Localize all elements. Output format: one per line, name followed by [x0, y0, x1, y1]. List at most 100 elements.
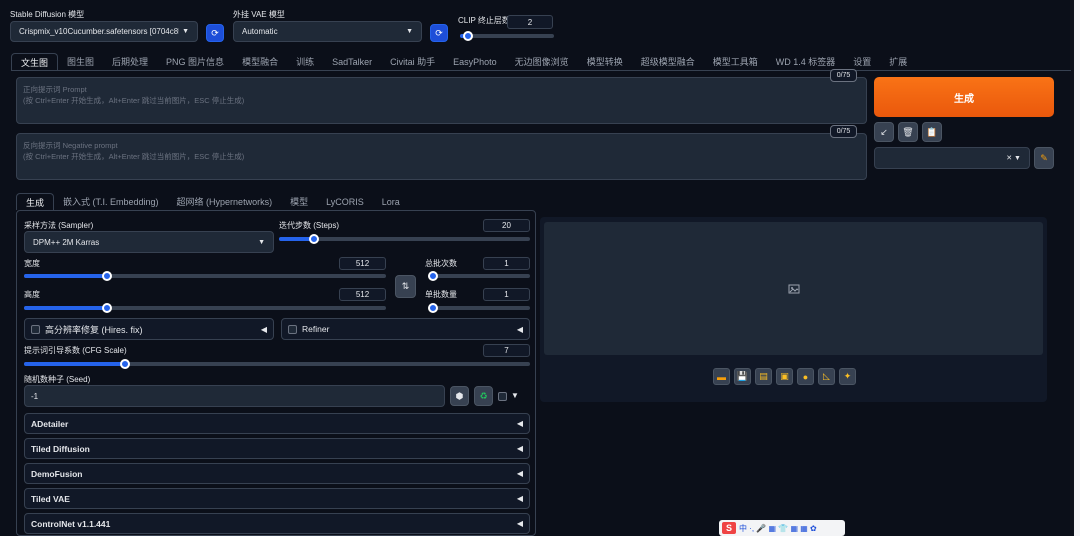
accordion-label: ControlNet v1.1.441	[31, 518, 111, 529]
triangle-left-icon: ◀	[516, 444, 523, 453]
accordion-3[interactable]: Tiled VAE ◀	[24, 488, 530, 509]
triangle-left-icon: ◀	[516, 519, 523, 528]
refiner-accordion[interactable]: Refiner ◀	[281, 318, 530, 340]
clip-skip-input[interactable]: 2	[507, 15, 553, 29]
tab-11[interactable]: 超级模型融合	[632, 53, 704, 70]
slider-knob[interactable]	[462, 31, 473, 41]
triangle-left-icon: ◀	[516, 324, 523, 334]
negative-prompt-textarea[interactable]: 反向提示词 Negative prompt (按 Ctrl+Enter 开始生成…	[16, 133, 867, 180]
reuse-seed-button[interactable]: ♻	[474, 386, 493, 406]
styles-dropdown[interactable]: ✕ ▼	[874, 147, 1030, 169]
seed-input[interactable]: -1	[24, 385, 445, 407]
ime-toolbar[interactable]: S 中 ·, 🎤 ▦ 👕 ▦ ▦ ✿	[719, 520, 845, 536]
height-label: 高度	[24, 290, 40, 299]
zip-button[interactable]: ▤	[755, 368, 772, 385]
tab-1[interactable]: 图生图	[58, 53, 103, 70]
prompt-textarea[interactable]: 正向提示词 Prompt (按 Ctrl+Enter 开始生成，Alt+Ente…	[16, 77, 867, 124]
batch-count-label: 总批次数	[425, 259, 457, 268]
sampler-label: 采样方法 (Sampler)	[24, 221, 94, 230]
sparkle-button[interactable]: ✦	[839, 368, 856, 385]
refresh-icon: ⟳	[211, 27, 219, 38]
slider-knob[interactable]	[428, 271, 438, 281]
slider-knob[interactable]	[428, 303, 438, 313]
batch-size-slider[interactable]	[428, 303, 530, 313]
tab-12[interactable]: 模型工具箱	[704, 53, 767, 70]
save-button[interactable]: 💾	[734, 368, 751, 385]
sampler-dropdown[interactable]: DPM++ 2M Karras ▼	[24, 231, 274, 253]
sd-model-dropdown[interactable]: Crispmix_v10Cucumber.safetensors [0704c8…	[10, 21, 198, 42]
tab-13[interactable]: WD 1.4 标签器	[767, 53, 845, 70]
clear-x-icon[interactable]: ✕ ▼	[1006, 154, 1021, 162]
batch-size-input[interactable]: 1	[483, 288, 530, 301]
batch-count-input[interactable]: 1	[483, 257, 530, 270]
negative-token-counter: 0/75	[830, 125, 857, 138]
steps-slider[interactable]	[279, 234, 530, 244]
swap-dimensions-button[interactable]: ⇅	[395, 275, 416, 298]
sd-model-label: Stable Diffusion 模型	[10, 10, 85, 19]
prompt-placeholder-line2: (按 Ctrl+Enter 开始生成，Alt+Enter 跳过当前图片，ESC …	[23, 96, 245, 105]
vae-dropdown[interactable]: Automatic ▼	[233, 21, 422, 42]
refresh-model-button[interactable]: ⟳	[206, 24, 224, 42]
refiner-checkbox[interactable]	[288, 324, 297, 334]
send-to-extras-button[interactable]: ◺	[818, 368, 835, 385]
clear-prompt-button[interactable]: 🗑	[898, 122, 918, 142]
swap-arrows-icon: ⇅	[401, 281, 410, 291]
slider-fill	[24, 306, 108, 310]
negative-placeholder-line1: 反向提示词 Negative prompt	[23, 141, 118, 150]
accordion-label: Tiled Diffusion	[31, 443, 90, 454]
cfg-input[interactable]: 7	[483, 344, 530, 357]
steps-input[interactable]: 20	[483, 219, 530, 232]
tab-3[interactable]: PNG 图片信息	[157, 53, 233, 70]
page-scrollbar[interactable]	[1074, 0, 1080, 536]
subtab-1[interactable]: 嵌入式 (T.I. Embedding)	[54, 193, 168, 210]
subtab-2[interactable]: 超网络 (Hypernetworks)	[168, 193, 282, 210]
batch-count-slider[interactable]	[428, 271, 530, 281]
subtab-0[interactable]: 生成	[16, 193, 55, 210]
hires-fix-accordion[interactable]: 高分辨率修复 (Hires. fix) ◀	[24, 318, 274, 340]
send-to-inpaint-button[interactable]: ●	[797, 368, 814, 385]
height-input[interactable]: 512	[339, 288, 386, 301]
hires-fix-label: 高分辨率修复 (Hires. fix)	[45, 324, 143, 335]
accordion-0[interactable]: ADetailer ◀	[24, 413, 530, 434]
hires-fix-checkbox[interactable]	[31, 324, 40, 334]
refresh-vae-button[interactable]: ⟳	[430, 24, 448, 42]
height-slider[interactable]	[24, 303, 386, 313]
tab-6[interactable]: SadTalker	[323, 53, 381, 70]
accordion-1[interactable]: Tiled Diffusion ◀	[24, 438, 530, 459]
tab-10[interactable]: 模型转换	[578, 53, 632, 70]
tab-14[interactable]: 设置	[844, 53, 880, 70]
subtab-4[interactable]: LyCORIS	[317, 193, 373, 210]
negative-placeholder-line2: (按 Ctrl+Enter 开始生成，Alt+Enter 跳过当前图片，ESC …	[23, 152, 245, 161]
folder-button[interactable]: ▬	[713, 368, 730, 385]
width-input[interactable]: 512	[339, 257, 386, 270]
subtab-3[interactable]: 模型	[281, 193, 317, 210]
slider-fill	[24, 362, 126, 366]
cfg-label: 提示词引导系数 (CFG Scale)	[24, 346, 127, 355]
tab-8[interactable]: EasyPhoto	[444, 53, 506, 70]
palette-icon: ●	[802, 371, 809, 382]
accordion-label: Tiled VAE	[31, 493, 70, 504]
triangle-down-icon[interactable]: ▼	[511, 391, 519, 400]
subtab-5[interactable]: Lora	[373, 193, 409, 210]
tab-7[interactable]: Civitai 助手	[381, 53, 444, 70]
paste-button[interactable]: 📋	[922, 122, 942, 142]
tab-9[interactable]: 无边图像浏览	[506, 53, 578, 70]
tab-4[interactable]: 模型融合	[233, 53, 287, 70]
read-params-button[interactable]: ↙	[874, 122, 894, 142]
clip-skip-slider[interactable]	[460, 31, 554, 41]
accordion-2[interactable]: DemoFusion ◀	[24, 463, 530, 484]
tab-5[interactable]: 训练	[287, 53, 323, 70]
vae-label: 外挂 VAE 模型	[233, 10, 285, 19]
extra-seed-checkbox[interactable]	[498, 392, 507, 401]
send-to-img2img-button[interactable]: ▣	[776, 368, 793, 385]
tab-15[interactable]: 扩展	[880, 53, 916, 70]
generate-button[interactable]: 生成	[874, 77, 1054, 117]
tab-0[interactable]: 文生图	[11, 53, 59, 70]
arrow-down-left-icon: ↙	[880, 126, 888, 137]
tab-2[interactable]: 后期处理	[103, 53, 157, 70]
random-seed-button[interactable]: ⬢	[450, 386, 469, 406]
width-slider[interactable]	[24, 271, 386, 281]
cfg-slider[interactable]	[24, 359, 530, 369]
accordion-4[interactable]: ControlNet v1.1.441 ◀	[24, 513, 530, 534]
edit-styles-button[interactable]: ✎	[1034, 147, 1054, 169]
